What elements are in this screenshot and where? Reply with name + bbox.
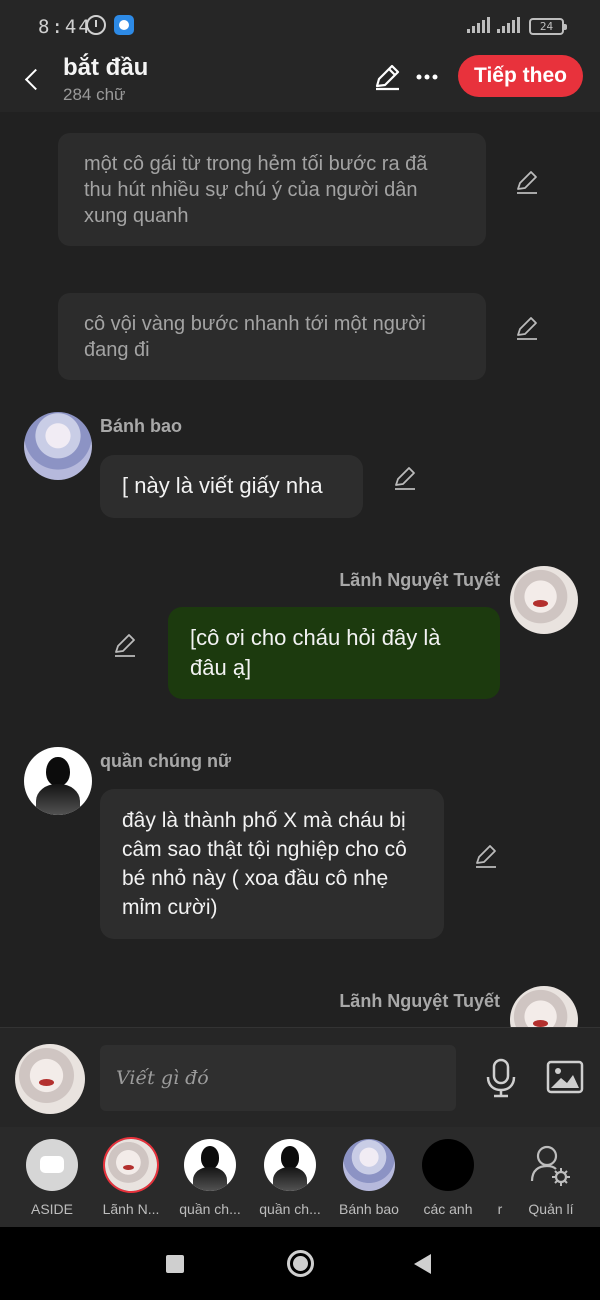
header: bắt đầu 284 chữ Tiếp theo: [0, 50, 600, 112]
sender-name: Bánh bao: [100, 416, 183, 436]
app-notification-icon: [114, 15, 134, 35]
avatar: [422, 1139, 474, 1191]
avatar: [184, 1139, 236, 1191]
pencil-icon: [476, 845, 496, 868]
input-bar: Viết gì đó: [0, 1027, 600, 1127]
page-title: bắt đầu: [63, 54, 149, 81]
sender-name: Lãnh Nguyệt Tuyết: [339, 570, 500, 590]
pencil-icon: [517, 171, 537, 194]
character-label: ASIDE: [30, 1201, 73, 1217]
avatar[interactable]: [24, 747, 92, 815]
character-label: Lãnh N...: [102, 1201, 160, 1217]
narration-block[interactable]: một cô gái từ trong hẻm tối bước ra đã t…: [58, 133, 486, 246]
user-gear-icon: [525, 1139, 577, 1191]
word-count: 284 chữ: [63, 85, 126, 104]
battery-icon: 24: [529, 18, 567, 35]
character-aside[interactable]: ASIDE: [12, 1139, 92, 1217]
sender-name: Lãnh Nguyệt Tuyết: [339, 991, 500, 1011]
pencil-icon: [375, 64, 400, 91]
back-nav-button[interactable]: [414, 1254, 431, 1274]
pencil-icon: [395, 467, 415, 490]
signal-icon: [467, 17, 491, 33]
microphone-icon: [486, 1058, 516, 1098]
character-label: Bánh bao: [339, 1201, 399, 1217]
navigation-bar: [0, 1227, 600, 1300]
message-bubble[interactable]: [cô ơi cho cháu hỏi đây là đâu ạ]: [168, 607, 500, 699]
signal-icon: [497, 17, 521, 33]
character-label: quần ch...: [179, 1201, 241, 1217]
voice-input-button[interactable]: [484, 1058, 518, 1098]
message-bubble[interactable]: đây là thành phố X mà cháu bị câm sao th…: [100, 789, 444, 939]
alarm-icon: [86, 15, 106, 35]
avatar: [264, 1139, 316, 1191]
edit-message-button[interactable]: [112, 632, 138, 658]
sender-name: quần chúng nữ: [100, 751, 232, 771]
edit-message-button[interactable]: [392, 465, 418, 491]
more-icon: [416, 74, 438, 80]
message-input[interactable]: Viết gì đó: [100, 1045, 456, 1111]
manage-characters-button[interactable]: Quản lí: [511, 1139, 591, 1217]
edit-message-button[interactable]: [473, 843, 499, 869]
avatar[interactable]: [24, 412, 92, 480]
pencil-icon: [115, 634, 135, 657]
character-label: quần ch...: [259, 1201, 321, 1217]
pencil-icon: [517, 317, 537, 340]
avatar[interactable]: [510, 566, 578, 634]
character-quan-chung-nu[interactable]: quần ch...: [170, 1139, 250, 1217]
avatar[interactable]: [510, 986, 578, 1027]
status-time: 8:44: [38, 16, 92, 38]
back-button[interactable]: [16, 60, 56, 100]
character-banh-bao[interactable]: Bánh bao: [329, 1139, 409, 1217]
current-character-avatar[interactable]: [15, 1044, 85, 1114]
image-icon: [546, 1060, 584, 1094]
more-options-button[interactable]: [412, 62, 442, 92]
chat-area[interactable]: một cô gái từ trong hẻm tối bước ra đã t…: [0, 112, 600, 1027]
next-button[interactable]: Tiếp theo: [458, 55, 583, 97]
character-bar: ASIDE Lãnh N... quần ch... quần ch... Bá…: [0, 1127, 600, 1227]
narration-block[interactable]: cô vội vàng bước nhanh tới một người đan…: [58, 293, 486, 380]
chat-bubble-icon: [26, 1139, 78, 1191]
edit-narration-button[interactable]: [514, 169, 540, 195]
edit-title-button[interactable]: [372, 62, 402, 92]
edit-narration-button[interactable]: [514, 315, 540, 341]
image-upload-button[interactable]: [546, 1060, 584, 1094]
recent-apps-button[interactable]: [166, 1255, 184, 1273]
status-bar: 8:44 24: [0, 0, 600, 50]
character-label: Quản lí: [528, 1201, 574, 1217]
avatar: [105, 1139, 157, 1191]
home-button[interactable]: [287, 1250, 314, 1277]
message-bubble[interactable]: [ này là viết giấy nha: [100, 455, 363, 518]
avatar: [343, 1139, 395, 1191]
character-quan-chung-nam[interactable]: quần ch...: [250, 1139, 330, 1217]
character-lanh-nguyet-tuyet[interactable]: Lãnh N...: [91, 1139, 171, 1217]
